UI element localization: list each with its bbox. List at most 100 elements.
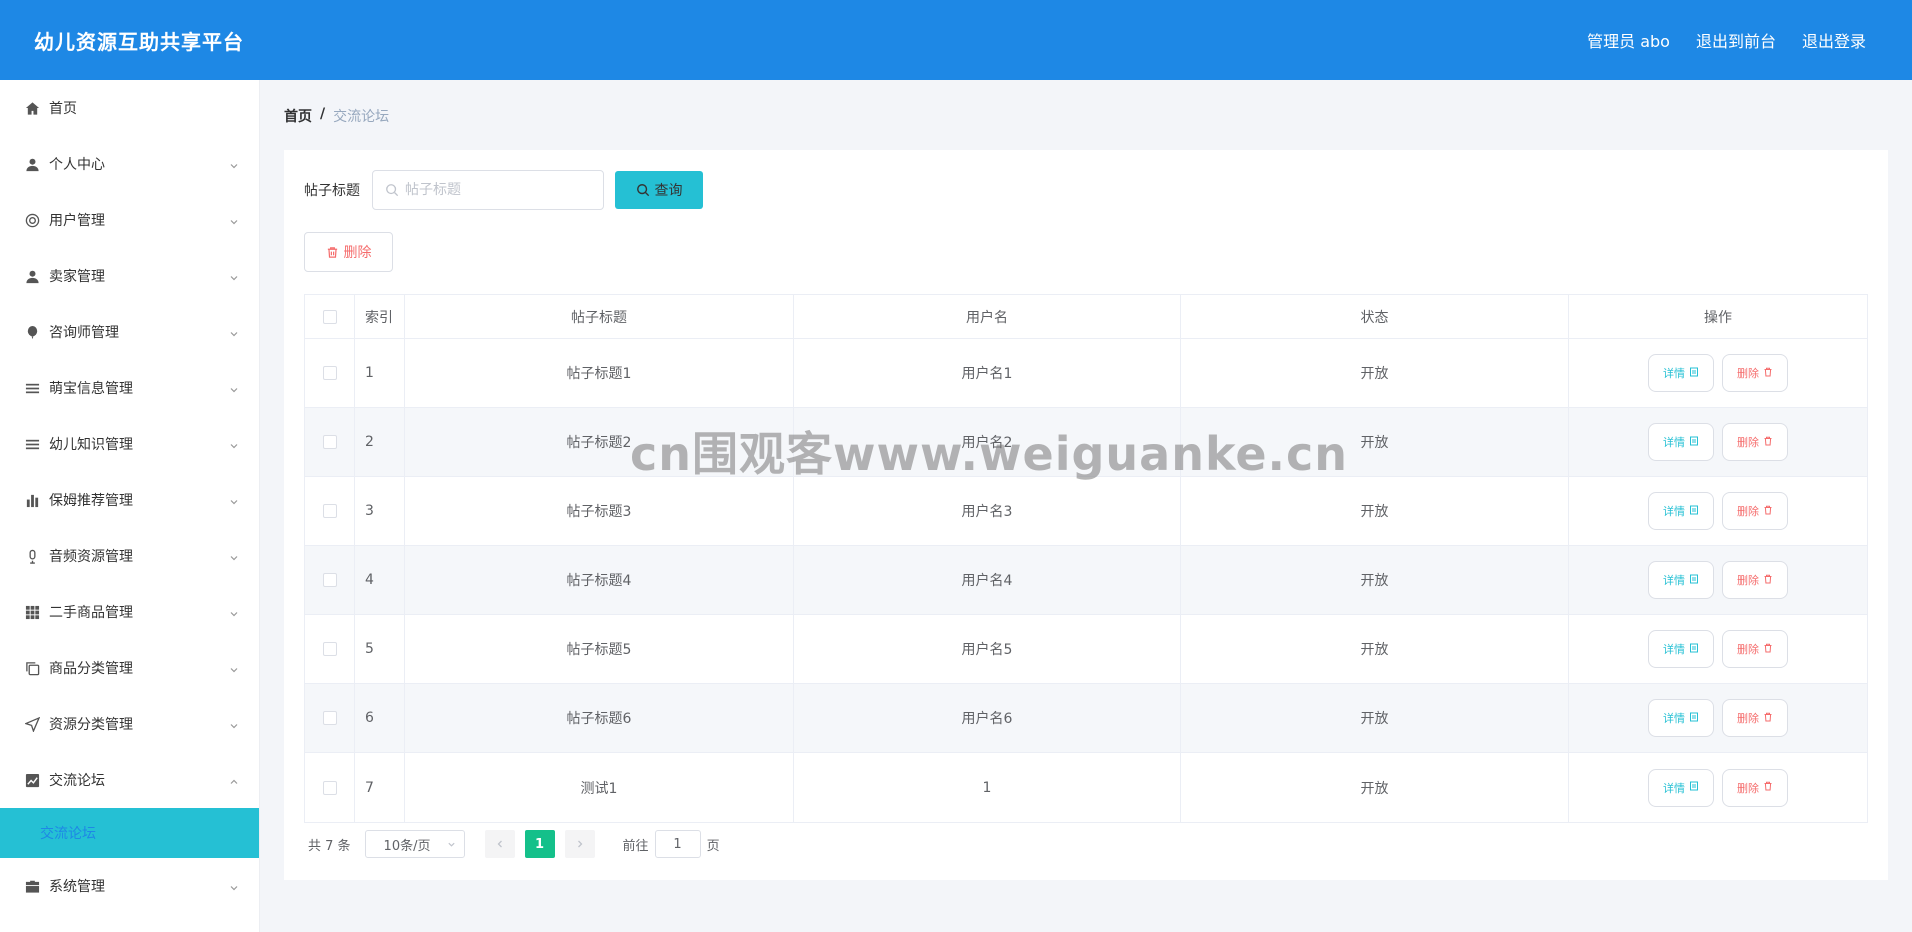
sidebar-item-4[interactable]: 咨询师管理 <box>0 304 259 360</box>
cell-index: 5 <box>355 615 405 683</box>
delete-row-button[interactable]: 删除 <box>1722 561 1788 599</box>
detail-button-label: 详情 <box>1663 781 1685 795</box>
row-select-cell <box>305 753 355 822</box>
grid-icon <box>24 604 40 620</box>
sidebar-item-9[interactable]: 二手商品管理 <box>0 584 259 640</box>
cell-actions: 详情 删除 <box>1569 753 1867 822</box>
detail-button[interactable]: 详情 <box>1648 354 1714 392</box>
detail-button[interactable]: 详情 <box>1648 630 1714 668</box>
sidebar-item-8[interactable]: 音频资源管理 <box>0 528 259 584</box>
detail-button-label: 详情 <box>1663 367 1685 380</box>
trash-icon <box>1763 781 1773 794</box>
detail-button[interactable]: 详情 <box>1648 492 1714 530</box>
sidebar-item-11[interactable]: 资源分类管理 <box>0 696 259 752</box>
chevron-down-icon <box>229 439 239 449</box>
next-page-button[interactable] <box>564 830 595 858</box>
delete-button-label: 删除 <box>1737 712 1759 725</box>
sidebar-item-1[interactable]: 个人中心 <box>0 136 259 192</box>
sidebar-item-label: 咨询师管理 <box>49 325 119 341</box>
row-checkbox[interactable] <box>322 573 337 587</box>
breadcrumb-current: 交流论坛 <box>333 109 390 125</box>
query-button[interactable]: 查询 <box>615 171 703 209</box>
sidebar-item-label: 卖家管理 <box>49 269 105 285</box>
row-checkbox[interactable] <box>322 504 337 518</box>
row-checkbox[interactable] <box>322 711 337 725</box>
sidebar-item-0[interactable]: 首页 <box>0 80 259 136</box>
column-header-actions: 操作 <box>1704 309 1732 326</box>
trash-icon <box>1763 643 1773 656</box>
cell-username: 1 <box>794 753 1181 822</box>
page-size-select[interactable]: 10条/页 <box>364 830 465 858</box>
table-header: 索引 帖子标题 用户名 状态 操作 <box>305 295 1867 339</box>
document-icon <box>1689 505 1699 518</box>
detail-button[interactable]: 详情 <box>1648 561 1714 599</box>
row-select-cell <box>305 477 355 545</box>
search-input[interactable] <box>405 182 585 198</box>
query-button-label: 查询 <box>654 183 683 199</box>
sidebar-item-7[interactable]: 保姆推荐管理 <box>0 472 259 528</box>
user-icon <box>24 268 40 284</box>
trash-icon <box>1763 574 1773 587</box>
list-icon <box>24 436 40 452</box>
column-header-status: 状态 <box>1181 295 1569 338</box>
cell-username: 用户名2 <box>794 408 1181 476</box>
page-number-current[interactable]: 1 <box>524 830 555 858</box>
chevron-left-icon <box>497 840 502 848</box>
top-header: 幼儿资源互助共享平台 管理员 abo 退出到前台 退出登录 <box>0 0 1912 80</box>
detail-button[interactable]: 详情 <box>1648 699 1714 737</box>
cell-title: 帖子标题5 <box>405 615 794 683</box>
delete-row-button[interactable]: 删除 <box>1722 768 1788 807</box>
chevron-down-icon <box>229 881 239 891</box>
chart-icon <box>24 772 40 788</box>
breadcrumb-home[interactable]: 首页 <box>284 106 312 126</box>
admin-user-label[interactable]: 管理员 abo <box>1587 28 1670 52</box>
batch-delete-button[interactable]: 删除 <box>304 232 393 272</box>
cell-username: 用户名6 <box>794 684 1181 752</box>
search-field[interactable] <box>372 170 604 210</box>
delete-row-button[interactable]: 删除 <box>1722 630 1788 668</box>
cell-title: 帖子标题3 <box>405 477 794 545</box>
sidebar-item-12[interactable]: 交流论坛 <box>0 752 259 808</box>
sidebar-item-label: 资源分类管理 <box>49 717 133 733</box>
detail-button[interactable]: 详情 <box>1648 423 1714 461</box>
delete-row-button[interactable]: 删除 <box>1722 699 1788 737</box>
document-icon <box>1689 781 1699 794</box>
chevron-up-icon <box>229 775 239 785</box>
row-checkbox[interactable] <box>322 642 337 656</box>
cell-username: 用户名5 <box>794 615 1181 683</box>
cell-username: 用户名1 <box>794 339 1181 407</box>
back-to-front-link[interactable]: 退出到前台 <box>1696 28 1776 52</box>
row-checkbox[interactable] <box>322 366 337 380</box>
sidebar-item-10[interactable]: 商品分类管理 <box>0 640 259 696</box>
sidebar-item-label: 二手商品管理 <box>49 605 133 621</box>
row-checkbox[interactable] <box>322 780 337 795</box>
sidebar-item-13[interactable]: 系统管理 <box>0 858 259 914</box>
detail-button[interactable]: 详情 <box>1648 768 1714 807</box>
submenu-item-forum[interactable]: 交流论坛 <box>0 808 259 858</box>
prev-page-button[interactable] <box>484 830 515 858</box>
sidebar-item-label: 音频资源管理 <box>49 549 133 565</box>
delete-button-label: 删除 <box>1737 643 1759 656</box>
app-title: 幼儿资源互助共享平台 <box>34 29 244 54</box>
copy-icon <box>24 660 40 676</box>
document-icon <box>1689 436 1699 449</box>
select-all-checkbox[interactable] <box>322 309 337 324</box>
cell-username: 用户名4 <box>794 546 1181 614</box>
sidebar-item-6[interactable]: 幼儿知识管理 <box>0 416 259 472</box>
sidebar: 首页 个人中心 用户管理卖家管理咨询师管理萌宝信息管理 幼儿知识管理 保姆推荐管理音频资… <box>0 80 260 932</box>
chevron-down-icon <box>229 271 239 281</box>
sidebar-item-5[interactable]: 萌宝信息管理 <box>0 360 259 416</box>
send-icon <box>24 716 40 732</box>
row-checkbox[interactable] <box>322 435 337 449</box>
logout-link[interactable]: 退出登录 <box>1802 28 1866 52</box>
delete-row-button[interactable]: 删除 <box>1722 354 1788 392</box>
sidebar-item-3[interactable]: 卖家管理 <box>0 248 259 304</box>
delete-button-label: 删除 <box>1737 781 1759 795</box>
delete-row-button[interactable]: 删除 <box>1722 492 1788 530</box>
detail-button-label: 详情 <box>1663 574 1685 587</box>
content-panel: 帖子标题 查询 删除 索引 帖子标题 用户名 状态 操作 1帖子标题1 <box>284 150 1888 880</box>
sidebar-item-2[interactable]: 用户管理 <box>0 192 259 248</box>
delete-button-label: 删除 <box>1737 367 1759 380</box>
goto-page-input[interactable]: 1 <box>654 830 701 858</box>
delete-row-button[interactable]: 删除 <box>1722 423 1788 461</box>
